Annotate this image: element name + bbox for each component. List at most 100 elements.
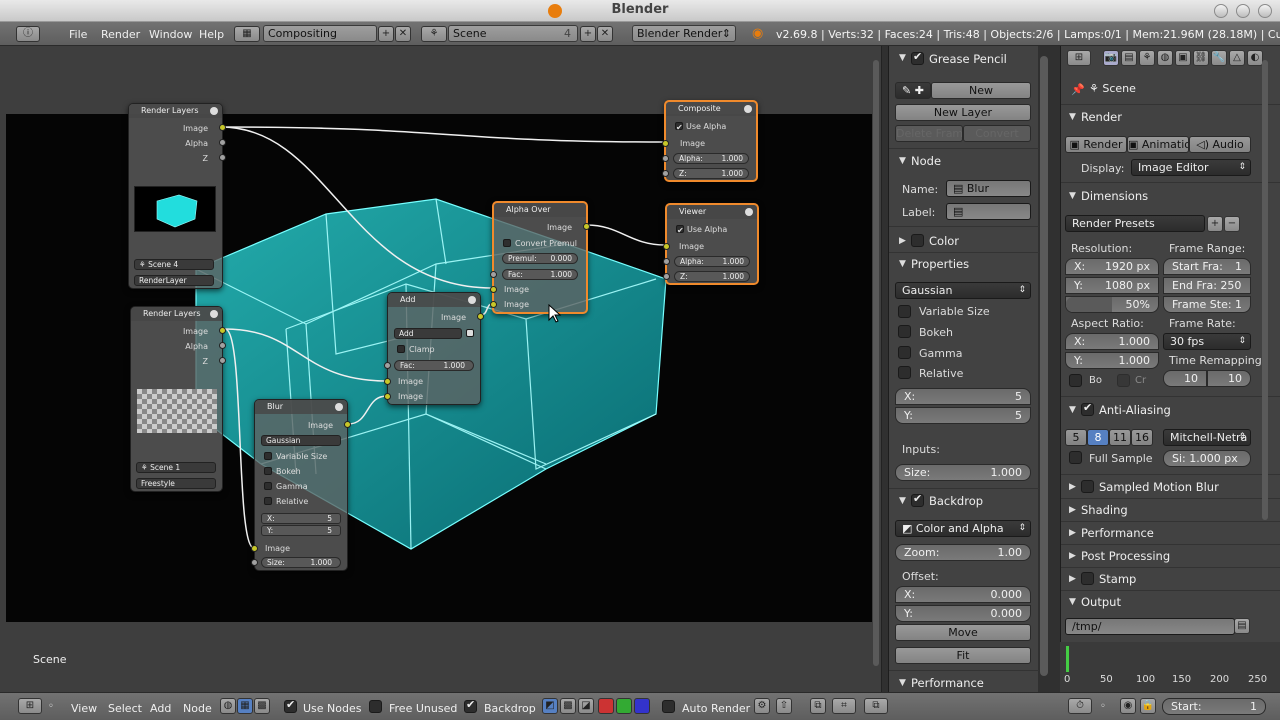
node-options-icon[interactable] bbox=[210, 107, 218, 115]
animation-button[interactable]: ▣ Animatio bbox=[1127, 136, 1189, 153]
render-layers-node-2[interactable]: Render Layers Image Alpha Z ⚘ Scene 1 Fr… bbox=[130, 306, 226, 492]
socket-image-in[interactable] bbox=[251, 545, 258, 552]
collapse-icon[interactable]: ▼ bbox=[899, 259, 906, 269]
render-header[interactable]: Render bbox=[1081, 110, 1122, 124]
scene-selector[interactable]: ⚘ Scene 4 bbox=[134, 259, 214, 270]
properties-editor-icon[interactable]: ⊞ bbox=[1067, 50, 1091, 66]
label-field[interactable]: ▤ bbox=[946, 203, 1031, 220]
node-options-icon[interactable] bbox=[335, 403, 343, 411]
material-tab-icon[interactable]: ◐ bbox=[1247, 50, 1263, 66]
viewer-node[interactable]: Viewer ✔ Use Alpha Image Alpha: 1.000 Z: 1… bbox=[663, 203, 759, 285]
collapse-icon[interactable]: ▼ bbox=[1069, 191, 1076, 201]
expand-icon[interactable]: ▶ bbox=[1069, 482, 1076, 492]
shader-nodes-icon[interactable]: ◍ bbox=[220, 698, 236, 714]
size-field[interactable]: Size: 1.000 bbox=[895, 464, 1031, 481]
bokeh-checkbox[interactable] bbox=[264, 467, 272, 475]
alpha-field[interactable]: Alpha: 1.000 bbox=[673, 153, 749, 164]
menu-select[interactable]: Select bbox=[108, 702, 142, 715]
add-node[interactable]: Add Image Add Clamp Fac: 1.000 Image Imag… bbox=[384, 292, 484, 405]
collapse-icon[interactable]: ▼ bbox=[899, 496, 906, 506]
aspect-y-field[interactable]: Y: 1.000 bbox=[1065, 352, 1159, 369]
anti-aliasing-checkbox[interactable] bbox=[1081, 401, 1094, 416]
node-header[interactable]: Viewer bbox=[667, 205, 757, 219]
backdrop-header[interactable]: Backdrop bbox=[929, 494, 983, 508]
node-header[interactable]: Alpha Over bbox=[494, 203, 586, 217]
relative-checkbox[interactable] bbox=[898, 366, 911, 379]
socket-image-out[interactable] bbox=[344, 421, 351, 428]
variable-size-checkbox[interactable] bbox=[264, 452, 272, 460]
backdrop-alpha-icon[interactable]: ▩ bbox=[560, 698, 576, 714]
time-remap-new-field[interactable]: 10 bbox=[1207, 370, 1251, 387]
filter-size-field[interactable]: Si: 1.000 px bbox=[1163, 450, 1251, 467]
start-frame-field[interactable]: Start Fra: 1 bbox=[1163, 258, 1251, 275]
collapse-icon[interactable]: ▼ bbox=[1069, 405, 1076, 415]
editor-type-icon[interactable]: ⊞ bbox=[18, 698, 42, 714]
socket-image-in-2[interactable] bbox=[490, 301, 497, 308]
collapse-icon[interactable]: ▼ bbox=[899, 53, 906, 63]
node-header[interactable]: Add bbox=[388, 293, 480, 307]
node-options-icon[interactable] bbox=[744, 105, 752, 113]
file-browser-icon[interactable]: ▤ bbox=[1234, 618, 1250, 634]
motion-blur-checkbox[interactable] bbox=[1081, 480, 1094, 493]
add-preset-icon[interactable]: + bbox=[1207, 216, 1223, 232]
time-remap-old-field[interactable]: 10 bbox=[1163, 370, 1207, 387]
resolution-y-field[interactable]: Y: 1080 px bbox=[1065, 277, 1159, 294]
render-button[interactable]: ▣ Render bbox=[1065, 136, 1127, 153]
socket-fac-in[interactable] bbox=[384, 362, 391, 369]
alpha-over-node[interactable]: Alpha Over Image Convert Premul Premul: 0… bbox=[490, 201, 590, 314]
pin-icon[interactable]: 📌 bbox=[1071, 83, 1085, 96]
filter-dropdown[interactable]: Gaussian bbox=[261, 435, 341, 446]
socket-image-out[interactable] bbox=[583, 223, 590, 230]
offset-x-field[interactable]: X: 0.000 bbox=[895, 586, 1031, 603]
gamma-checkbox[interactable] bbox=[264, 482, 272, 490]
size-field[interactable]: Size: 1.000 bbox=[261, 557, 341, 568]
texture-nodes-icon[interactable]: ▩ bbox=[254, 698, 270, 714]
red-channel-icon[interactable] bbox=[598, 698, 614, 714]
expand-menus-icon-2[interactable]: ◦ bbox=[1100, 701, 1106, 712]
scene-tab-icon[interactable]: ⚘ bbox=[1139, 50, 1155, 66]
socket-z-in[interactable] bbox=[662, 170, 669, 177]
paste-icon[interactable]: ⧉ bbox=[864, 698, 888, 714]
socket-image[interactable] bbox=[219, 124, 226, 131]
socket-z[interactable] bbox=[219, 357, 226, 364]
constraints-tab-icon[interactable]: ⛓ bbox=[1193, 50, 1209, 66]
node-options-icon[interactable] bbox=[468, 296, 476, 304]
use-alpha-checkbox[interactable]: ✔ bbox=[676, 225, 684, 235]
modifiers-tab-icon[interactable]: 🔧 bbox=[1211, 50, 1227, 66]
node-options-icon[interactable] bbox=[210, 310, 218, 318]
node-editor-scrollbar[interactable] bbox=[873, 60, 879, 666]
menu-add[interactable]: Add bbox=[150, 702, 171, 715]
output-path-field[interactable]: /tmp/ bbox=[1065, 618, 1235, 635]
variable-size-checkbox[interactable] bbox=[898, 305, 911, 318]
record-icon[interactable]: ◉ bbox=[1120, 698, 1136, 714]
socket-image-in[interactable] bbox=[663, 243, 670, 250]
layer-selector[interactable]: Freestyle bbox=[136, 478, 216, 489]
aa-samples-8[interactable]: 8 bbox=[1087, 429, 1109, 446]
sampled-motion-blur-header[interactable]: Sampled Motion Blur bbox=[1099, 480, 1219, 494]
delete-frame-button[interactable]: Delete Frame bbox=[895, 125, 963, 142]
audio-button[interactable]: ◁) Audio bbox=[1189, 136, 1251, 153]
resolution-x-field[interactable]: X: 1920 px bbox=[1065, 258, 1159, 275]
lock-icon[interactable]: 🔒 bbox=[1140, 698, 1156, 714]
backdrop-checkbox[interactable] bbox=[464, 698, 477, 713]
socket-alpha-in[interactable] bbox=[663, 258, 670, 265]
properties-header[interactable]: Properties bbox=[911, 257, 969, 271]
remove-preset-icon[interactable]: − bbox=[1224, 216, 1240, 232]
blur-x-field[interactable]: X: 5 bbox=[895, 388, 1031, 405]
bokeh-checkbox[interactable] bbox=[898, 325, 911, 338]
free-unused-checkbox[interactable] bbox=[369, 700, 382, 713]
backdrop-channels-dropdown[interactable]: ◩ Color and Alpha ⇕ bbox=[895, 520, 1031, 537]
shading-header[interactable]: Shading bbox=[1081, 503, 1128, 517]
color-checkbox[interactable] bbox=[911, 234, 924, 247]
anti-aliasing-header[interactable]: Anti-Aliasing bbox=[1099, 403, 1171, 417]
aa-samples-5[interactable]: 5 bbox=[1065, 429, 1087, 446]
socket-image-in-2[interactable] bbox=[384, 393, 391, 400]
grease-pencil-header[interactable]: Grease Pencil bbox=[929, 52, 1007, 66]
full-sample-checkbox[interactable] bbox=[1069, 451, 1082, 464]
socket-image-in-1[interactable] bbox=[490, 286, 497, 293]
scene-selector[interactable]: ⚘ Scene 1 bbox=[136, 462, 216, 473]
aa-filter-dropdown[interactable]: Mitchell-Netra ⇕ bbox=[1163, 429, 1251, 446]
performance-header[interactable]: Performance bbox=[911, 676, 984, 690]
mid-panel-scrollbar[interactable] bbox=[1040, 56, 1048, 676]
aspect-x-field[interactable]: X: 1.000 bbox=[1065, 333, 1159, 350]
